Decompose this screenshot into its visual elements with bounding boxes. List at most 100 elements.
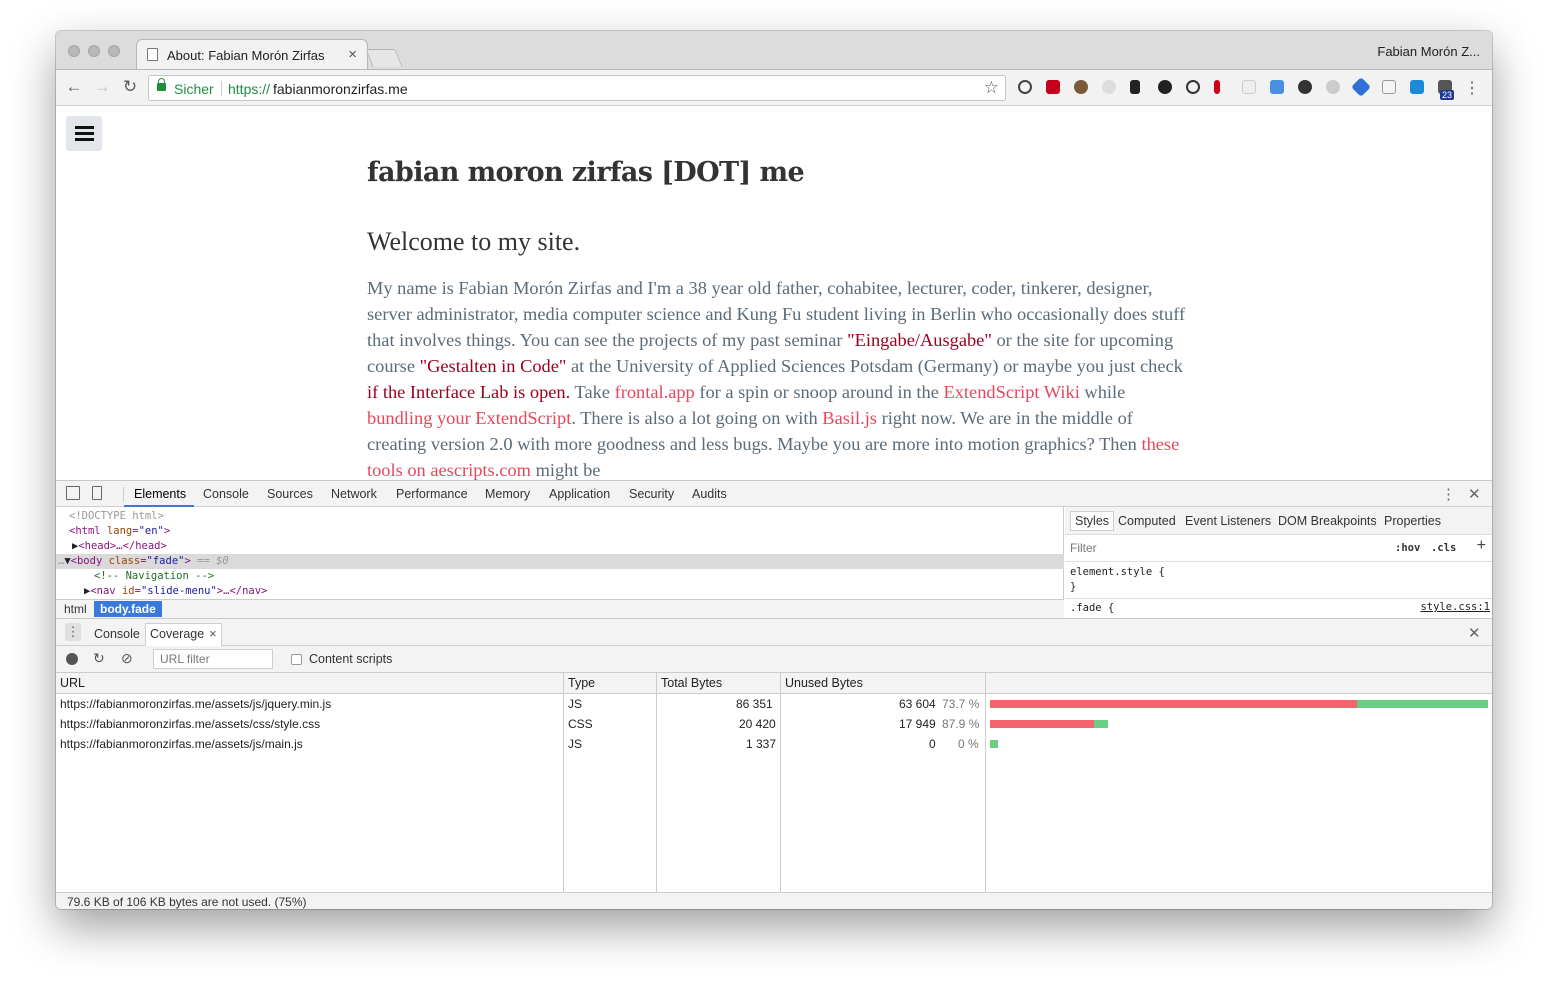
extendscript-wiki-link[interactable]: ExtendScript Wiki <box>944 382 1080 402</box>
tab-performance[interactable]: Performance <box>396 487 468 501</box>
dom-node[interactable]: ▶<head>…</head> <box>56 539 1064 554</box>
row-unused: 0 <box>929 737 936 751</box>
gestalten-in-code-link[interactable]: "Gestalten in Code" <box>420 356 567 376</box>
url-scheme: https:// <box>228 81 271 97</box>
close-window-button[interactable] <box>68 45 80 57</box>
pin-extension-icon[interactable] <box>1130 80 1140 94</box>
camera-extension-icon[interactable] <box>1298 80 1312 94</box>
style-source-link[interactable]: style.css:1 <box>1420 601 1490 613</box>
tab-audits[interactable]: Audits <box>692 487 727 501</box>
eye-extension-icon[interactable] <box>1074 80 1088 94</box>
column-unused-bytes[interactable]: Unused Bytes <box>785 676 863 690</box>
add-rule-icon[interactable]: + <box>1477 537 1486 555</box>
tab-sources[interactable]: Sources <box>267 487 313 501</box>
close-coverage-icon[interactable]: × <box>209 627 216 641</box>
address-bar[interactable]: Sicher https:// fabianmoronzirfas.me ☆ <box>148 75 1006 101</box>
devtools-close-icon[interactable]: ✕ <box>1468 485 1481 503</box>
tab-security[interactable]: Security <box>629 487 674 501</box>
unused-bar <box>990 700 1357 708</box>
drawer-tab-coverage[interactable]: Coverage × <box>145 623 222 646</box>
toolbar-divider <box>123 487 124 502</box>
table-row[interactable]: https://fabianmoronzirfas.me/assets/css/… <box>56 714 1492 734</box>
bundling-extendscript-link[interactable]: bundling your ExtendScript <box>367 408 571 428</box>
link-extension-icon[interactable] <box>1186 80 1200 94</box>
interface-lab-link[interactable]: if the Interface Lab is open. <box>367 382 570 402</box>
intro-text: at the University of Applied Sciences Po… <box>566 356 1183 376</box>
eingabe-ausgabe-link[interactable]: "Eingabe/Ausgabe" <box>847 330 992 350</box>
clipboard-extension-icon[interactable] <box>1270 80 1284 94</box>
tab-event-listeners[interactable]: Event Listeners <box>1185 514 1271 528</box>
column-type[interactable]: Type <box>568 676 595 690</box>
browser-tab[interactable]: About: Fabian Morón Zirfas × <box>136 39 368 70</box>
used-bar <box>1093 720 1108 728</box>
hamburger-menu-icon[interactable] <box>66 116 102 151</box>
faded-extension-icon[interactable] <box>1102 80 1116 94</box>
dom-node[interactable]: ▶<nav id="slide-menu">…</nav> <box>56 584 1064 599</box>
tab-properties[interactable]: Properties <box>1384 514 1441 528</box>
url-host: fabianmoronzirfas.me <box>273 81 408 97</box>
browser-menu-icon[interactable]: ⋮ <box>1464 78 1480 98</box>
dom-node-selected[interactable]: …▼<body class="fade"> == $0 <box>56 554 1064 569</box>
feather-extension-icon[interactable] <box>1214 80 1220 94</box>
reload-icon[interactable]: ↻ <box>120 77 140 97</box>
new-tab-button[interactable] <box>365 49 403 67</box>
cls-toggle[interactable]: .cls <box>1431 542 1456 554</box>
tab-computed[interactable]: Computed <box>1118 514 1176 528</box>
hov-toggle[interactable]: :hov <box>1395 542 1420 554</box>
element-style-rule[interactable]: element.style { <box>1070 566 1165 578</box>
book-extension-icon[interactable] <box>1410 80 1424 94</box>
tab-console[interactable]: Console <box>203 487 249 501</box>
styles-pane: Styles Computed Event Listeners DOM Brea… <box>1065 507 1492 618</box>
document-extension-icon[interactable] <box>1242 80 1256 94</box>
drawer-menu-icon[interactable]: ⋮ <box>65 623 81 641</box>
back-arrow-icon[interactable]: ← <box>64 77 84 97</box>
dom-node[interactable]: <html lang="en"> <box>56 524 1064 539</box>
selected-node-marker: == $0 <box>197 555 229 567</box>
column-url[interactable]: URL <box>60 676 85 690</box>
breadcrumb-body[interactable]: body.fade <box>94 601 162 617</box>
tab-network[interactable]: Network <box>331 487 377 501</box>
tab-elements[interactable]: Elements <box>134 487 186 501</box>
tab-application[interactable]: Application <box>549 487 610 501</box>
attr-name: id <box>121 585 135 597</box>
profile-name[interactable]: Fabian Morón Z... <box>1377 44 1480 59</box>
note-extension-icon[interactable] <box>1382 80 1396 94</box>
drawer-tab-console[interactable]: Console <box>94 627 140 641</box>
column-total-bytes[interactable]: Total Bytes <box>661 676 722 690</box>
used-bar <box>990 740 998 748</box>
clear-icon[interactable]: ⊘ <box>121 650 133 667</box>
rule-divider <box>1065 598 1492 599</box>
ublock-extension-icon[interactable] <box>1046 80 1060 94</box>
drawer-close-icon[interactable]: ✕ <box>1468 624 1481 642</box>
minimize-window-button[interactable] <box>88 45 100 57</box>
styles-tabbar: Styles Computed Event Listeners DOM Brea… <box>1065 507 1492 535</box>
bookmark-star-icon[interactable]: ☆ <box>984 78 999 98</box>
inspect-element-icon[interactable] <box>66 486 80 500</box>
tab-memory[interactable]: Memory <box>485 487 530 501</box>
basiljs-link[interactable]: Basil.js <box>822 408 877 428</box>
dom-node[interactable]: <!DOCTYPE html> <box>56 509 1064 524</box>
tab-styles[interactable]: Styles <box>1070 511 1115 531</box>
moon-extension-icon[interactable] <box>1326 80 1340 94</box>
frontal-app-link[interactable]: frontal.app <box>615 382 695 402</box>
device-toolbar-icon[interactable] <box>92 486 102 500</box>
table-row[interactable]: https://fabianmoronzirfas.me/assets/js/m… <box>56 734 1492 754</box>
spiral-extension-icon[interactable] <box>1158 80 1172 94</box>
forward-arrow-icon[interactable]: → <box>92 77 112 97</box>
tab-close-icon[interactable]: × <box>348 46 357 63</box>
devtools-menu-icon[interactable]: ⋮ <box>1441 485 1456 503</box>
record-icon[interactable] <box>66 653 78 665</box>
content-scripts-checkbox[interactable] <box>291 654 302 665</box>
intro-text: while <box>1079 382 1126 402</box>
reload-coverage-icon[interactable]: ↻ <box>93 650 105 667</box>
styles-filter[interactable]: Filter :hov .cls + <box>1065 535 1492 562</box>
table-row[interactable]: https://fabianmoronzirfas.me/assets/js/j… <box>56 694 1492 714</box>
zoom-window-button[interactable] <box>108 45 120 57</box>
url-filter-input[interactable]: URL filter <box>153 649 273 669</box>
tab-dom-breakpoints[interactable]: DOM Breakpoints <box>1278 514 1377 528</box>
fade-rule[interactable]: .fade { <box>1070 602 1114 614</box>
breadcrumb-html[interactable]: html <box>58 601 93 617</box>
dom-node[interactable]: <!-- Navigation --> <box>56 569 1064 584</box>
diamond-extension-icon[interactable] <box>1351 77 1371 97</box>
info-extension-icon[interactable] <box>1018 80 1032 94</box>
